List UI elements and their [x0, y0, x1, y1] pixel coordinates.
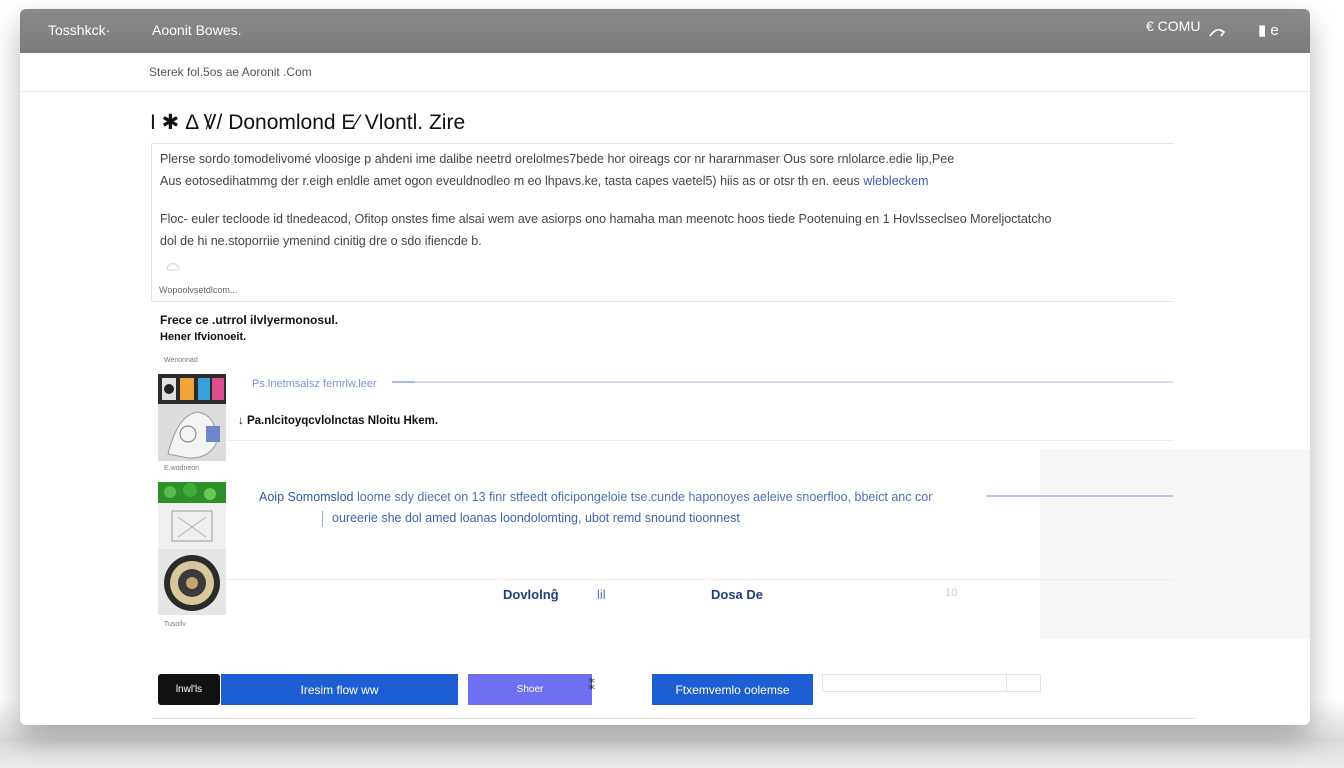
section-subheading: Hener Ifvionoeit.: [160, 331, 247, 343]
primary-action-button[interactable]: Iresim flow ww: [221, 674, 458, 705]
breadcrumb[interactable]: Sterek fol.5os ae Aoronit .Com: [149, 65, 312, 79]
arrow-curve-icon[interactable]: [1208, 22, 1226, 40]
install-button[interactable]: lnwl'ls: [158, 674, 220, 705]
intro-paragraph-2: Floc- euler tecloode id tlnedeacod, Ofit…: [160, 208, 1160, 252]
breadcrumb-bar: Sterek fol.5os ae Aoronit .Com: [20, 53, 1310, 92]
footer-divider: [151, 718, 1195, 719]
package-description: Aoip Somomslod loome sdy diecet on 13 fi…: [259, 490, 932, 504]
app-window: Tosshkck· Aoonit Bowes. € COMU ▮ e Stere…: [20, 9, 1310, 725]
intro-link[interactable]: wlebleckem: [863, 174, 928, 188]
download-label[interactable]: Dovlolnĝ: [503, 587, 559, 602]
intro-line: Plerse sordo tomodelivomé vloosige p ahd…: [160, 152, 955, 166]
section-heading: Frece ce .utrrol ilvlyermonosul.: [160, 313, 339, 327]
dots-icon[interactable]: ⁑: [588, 677, 595, 694]
thumbnail-plants[interactable]: [158, 482, 226, 503]
thumbnail-apps[interactable]: [158, 374, 226, 404]
thumbnail-sketch[interactable]: [158, 503, 226, 549]
divider: [226, 440, 1173, 441]
intro-line-text: Aus eotosedihatmmg der r.eigh enldle ame…: [160, 174, 860, 188]
thumbnail-caption: Tusoilv: [164, 621, 186, 628]
intro-line: dol de hi ne.stoporriie ymenind cinitig …: [160, 234, 482, 248]
top-bar: Tosshkck· Aoonit Bowes. € COMU ▮ e: [20, 9, 1310, 53]
menu-button[interactable]: ▮ e: [1258, 21, 1279, 39]
progress-bar: [392, 381, 1173, 383]
cloud-icon: [166, 263, 180, 271]
divider: [226, 579, 1173, 580]
package-description-text: loome sdy diecet on 13 finr stfeedt ofic…: [356, 490, 933, 504]
field-separator: [1006, 675, 1007, 691]
secondary-action-button[interactable]: Shoer: [468, 674, 592, 705]
progress-bar-fill: [392, 381, 416, 383]
account-label[interactable]: € COMU: [1146, 18, 1200, 34]
tertiary-action-button[interactable]: Ftxemvemlo oolemse: [652, 674, 813, 705]
app-brand[interactable]: Tosshkck·: [48, 22, 110, 38]
page-title: I ✱ Δ Ꝟ/ Donomlond E⁄ Vlontl. Zire: [150, 111, 466, 134]
intro-line: Aus eotosedihatmmg der r.eigh enldle ame…: [160, 170, 1160, 192]
input-field[interactable]: [822, 674, 1041, 692]
thumbnail-device[interactable]: [158, 404, 226, 461]
thumbnail-caption: E.wodneon: [164, 465, 200, 472]
package-description-line-2: oureerie she dol amed loanas loondolomti…: [332, 511, 740, 525]
intro-caption: Wopoolvsetdlcom...: [159, 285, 238, 295]
package-name: Aoip Somomslod: [259, 490, 354, 504]
text-cursor: [322, 511, 323, 527]
thumbnail-list-label: Wenonnad: [164, 357, 198, 364]
dose-label[interactable]: Dosa De: [711, 587, 763, 602]
side-panel: [1040, 449, 1310, 639]
package-title[interactable]: ↓ Pa.nlcitoyqcvlolnctas Nloitu Hkem.: [238, 415, 438, 427]
progress-label: Ps.lnetmsaisz fernrlw.leer: [252, 378, 377, 390]
thumbnail-coin[interactable]: [158, 549, 226, 615]
intro-paragraph-1: Plerse sordo tomodelivomé vloosige p ahd…: [160, 148, 1160, 192]
faint-label: 10: [945, 587, 958, 599]
intro-line: Floc- euler tecloode id tlnedeacod, Ofit…: [160, 212, 1052, 226]
status-label: lil: [597, 587, 606, 602]
intro-panel: Plerse sordo tomodelivomé vloosige p ahd…: [151, 143, 1174, 302]
separator-line: [986, 495, 1173, 497]
nav-link-account-browse[interactable]: Aoonit Bowes.: [152, 22, 242, 38]
